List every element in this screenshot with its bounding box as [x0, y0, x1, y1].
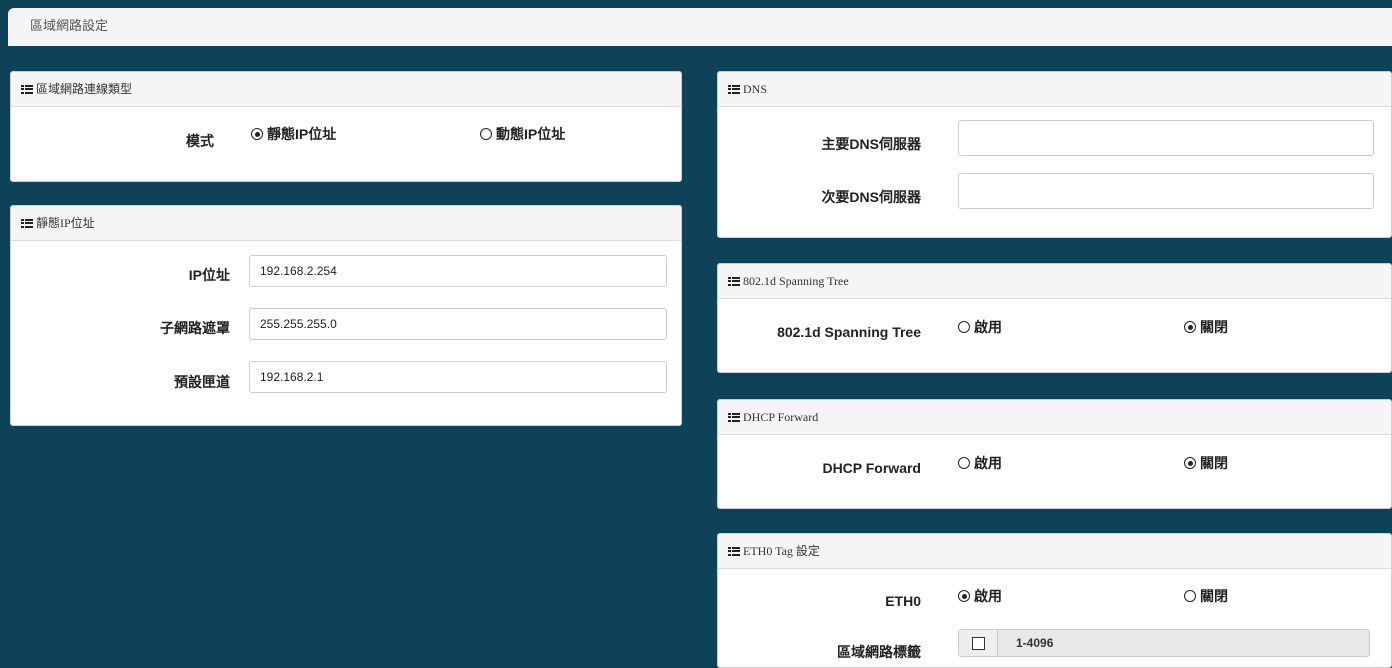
radio-checked-icon: [958, 590, 970, 602]
eth0-disable-radio[interactable]: 關閉: [1184, 586, 1228, 606]
vlan-tag-placeholder: 1-4096: [1016, 636, 1054, 650]
eth0-disable-label: 關閉: [1200, 588, 1228, 604]
connection-type-title: 區域網路連線類型: [36, 82, 133, 96]
secondary-dns-input[interactable]: [958, 173, 1374, 209]
mode-dynamic-radio[interactable]: 動態IP位址: [480, 124, 565, 144]
static-ip-panel: 靜態IP位址 IP位址 192.168.2.254 子網路遮罩 255.255.…: [10, 205, 682, 426]
mode-dynamic-label: 動態IP位址: [496, 126, 566, 142]
dns-header: DNS: [718, 72, 1391, 107]
primary-dns-input[interactable]: [958, 120, 1374, 156]
page-title: 區域網路設定: [8, 8, 1392, 46]
ip-input[interactable]: 192.168.2.254: [249, 255, 667, 287]
dns-title: DNS: [743, 82, 768, 96]
stp-disable-radio[interactable]: 關閉: [1184, 317, 1228, 337]
eth0-tag-panel: ETH0 Tag 設定 ETH0 啟用 關閉 區域網路標籤 1-4096: [717, 533, 1392, 668]
radio-unchecked-icon: [480, 128, 492, 140]
dhcp-forward-header: DHCP Forward: [718, 400, 1391, 435]
radio-unchecked-icon: [1184, 590, 1196, 602]
connection-type-panel: 區域網路連線類型 模式 靜態IP位址 動態IP位址: [10, 71, 682, 182]
connection-type-header: 區域網路連線類型: [11, 72, 681, 107]
mode-static-label: 靜態IP位址: [267, 126, 337, 142]
secondary-dns-label: 次要DNS伺服器: [821, 189, 921, 205]
dhcp-enable-label: 啟用: [974, 455, 1002, 471]
mode-label: 模式: [186, 133, 214, 149]
radio-checked-icon: [1184, 321, 1196, 333]
list-icon: [728, 546, 740, 556]
vlan-tag-label: 區域網路標籤: [837, 644, 921, 660]
stp-disable-label: 關閉: [1200, 319, 1228, 335]
radio-checked-icon: [1184, 457, 1196, 469]
dhcp-enable-radio[interactable]: 啟用: [958, 453, 1002, 473]
dhcp-disable-radio[interactable]: 關閉: [1184, 453, 1228, 473]
dns-panel: DNS 主要DNS伺服器 次要DNS伺服器: [717, 71, 1392, 238]
dhcp-disable-label: 關閉: [1200, 455, 1228, 471]
stp-label: 802.1d Spanning Tree: [777, 324, 921, 340]
eth0-enable-radio[interactable]: 啟用: [958, 586, 1002, 606]
static-ip-header: 靜態IP位址: [11, 206, 681, 241]
dhcp-forward-panel: DHCP Forward DHCP Forward 啟用 關閉: [717, 399, 1392, 509]
gateway-label: 預設匣道: [174, 374, 230, 390]
vlan-tag-checkbox[interactable]: [971, 636, 985, 650]
ip-label: IP位址: [188, 267, 230, 283]
eth0-tag-header: ETH0 Tag 設定: [718, 534, 1391, 569]
mask-input[interactable]: 255.255.255.0: [249, 308, 667, 340]
stp-enable-radio[interactable]: 啟用: [958, 317, 1002, 337]
primary-dns-label: 主要DNS伺服器: [821, 136, 921, 152]
list-icon: [728, 276, 740, 286]
radio-unchecked-icon: [958, 457, 970, 469]
list-icon: [21, 84, 33, 94]
stp-header: 802.1d Spanning Tree: [718, 264, 1391, 299]
mode-static-radio[interactable]: 靜態IP位址: [251, 124, 336, 144]
gateway-input[interactable]: 192.168.2.1: [249, 361, 667, 393]
vlan-tag-addon: [959, 630, 998, 656]
mask-label: 子網路遮罩: [160, 320, 230, 336]
list-icon: [728, 412, 740, 422]
radio-checked-icon: [251, 128, 263, 140]
stp-title: 802.1d Spanning Tree: [743, 274, 849, 288]
radio-unchecked-icon: [958, 321, 970, 333]
list-icon: [21, 218, 33, 228]
stp-panel: 802.1d Spanning Tree 802.1d Spanning Tre…: [717, 263, 1392, 373]
eth0-label: ETH0: [885, 593, 921, 609]
dhcp-forward-title: DHCP Forward: [743, 410, 819, 424]
eth0-tag-title: ETH0 Tag 設定: [743, 544, 820, 558]
list-icon: [728, 84, 740, 94]
static-ip-title: 靜態IP位址: [36, 216, 95, 230]
vlan-tag-input[interactable]: 1-4096: [958, 629, 1370, 657]
dhcp-forward-label: DHCP Forward: [822, 460, 921, 476]
stp-enable-label: 啟用: [974, 319, 1002, 335]
eth0-enable-label: 啟用: [974, 588, 1002, 604]
